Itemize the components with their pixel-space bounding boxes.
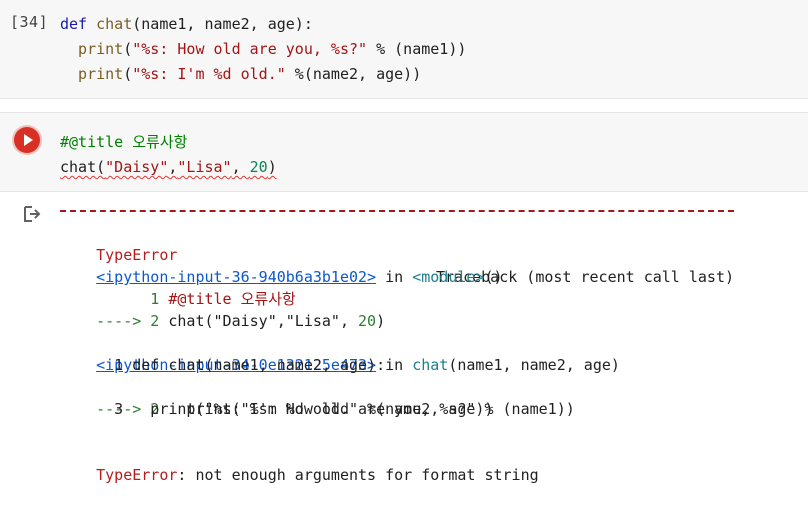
frame1-line2-token-5: 20 — [358, 312, 377, 330]
frame1-line2-token-2: , — [276, 312, 286, 330]
frame1-line2-token-4: , — [339, 312, 359, 330]
cell2-line1-token-0: chat( — [60, 158, 106, 176]
run-cell-button[interactable] — [14, 127, 40, 153]
error-message: TypeError: not enough arguments for form… — [96, 466, 539, 484]
cell1-line1-token-1: ( — [123, 40, 133, 58]
cell1-line1-token-3: % (name1)) — [367, 40, 467, 58]
cell2-line1-token-1: "Daisy" — [105, 158, 169, 176]
cell1-line2-token-2: "%s: I'm %d old." — [132, 65, 286, 83]
cell-output: TypeError Traceback (most recent call la… — [0, 192, 808, 484]
execution-count: [34] — [10, 13, 49, 31]
cell1-line1-token-0: print — [60, 40, 124, 58]
code-line-title-comment[interactable]: #@title 오류사항 — [60, 130, 187, 154]
cell1-line0-token-1: chat — [96, 15, 133, 33]
traceback-separator — [60, 210, 734, 212]
cell1-line2-token-1: ( — [123, 65, 133, 83]
code-cell-2[interactable]: #@title 오류사항 chat("Daisy","Lisa", 20) — [0, 112, 808, 192]
code-line-3[interactable]: print("%s: I'm %d old." %(name2, age)) — [60, 62, 421, 86]
cell1-line2-token-3: %(name2, age)) — [285, 65, 422, 83]
code-line-2[interactable]: print("%s: How old are you, %s?" % (name… — [60, 37, 466, 61]
frame1-line2-token-3: "Lisa" — [285, 312, 340, 330]
code-cell-1[interactable]: [34] def chat(name1, name2, age): print(… — [0, 0, 808, 99]
cell1-line1-token-2: "%s: How old are you, %s?" — [132, 40, 368, 58]
cell1-line2-token-0: print — [60, 65, 124, 83]
code-line-call[interactable]: chat("Daisy","Lisa", 20) — [60, 155, 277, 179]
cell2-line1-token-5: 20 — [249, 158, 268, 176]
frame1-line2-token-1: "Daisy" — [213, 312, 277, 330]
play-icon — [24, 134, 33, 146]
frame-2-line-3: 3 print("%s: I'm %d old." %(name2, age)) — [60, 400, 494, 418]
cell1-line0-token-2: (name1, name2, age): — [132, 15, 313, 33]
frame1-line2-token-0: chat( — [168, 312, 214, 330]
cell2-line1-token-6: ) — [267, 158, 277, 176]
output-toggle-icon[interactable] — [22, 204, 42, 224]
cell1-line0-token-0: def — [60, 15, 97, 33]
cell2-line1-token-4: , — [231, 158, 250, 176]
frame1-line2-token-6: ) — [376, 312, 386, 330]
frame-2-line-1: 1 def chat(name1, name2, age): — [60, 356, 386, 374]
cell2-line1-token-3: "Lisa" — [177, 158, 232, 176]
code-line-1[interactable]: def chat(name1, name2, age): — [60, 12, 313, 36]
